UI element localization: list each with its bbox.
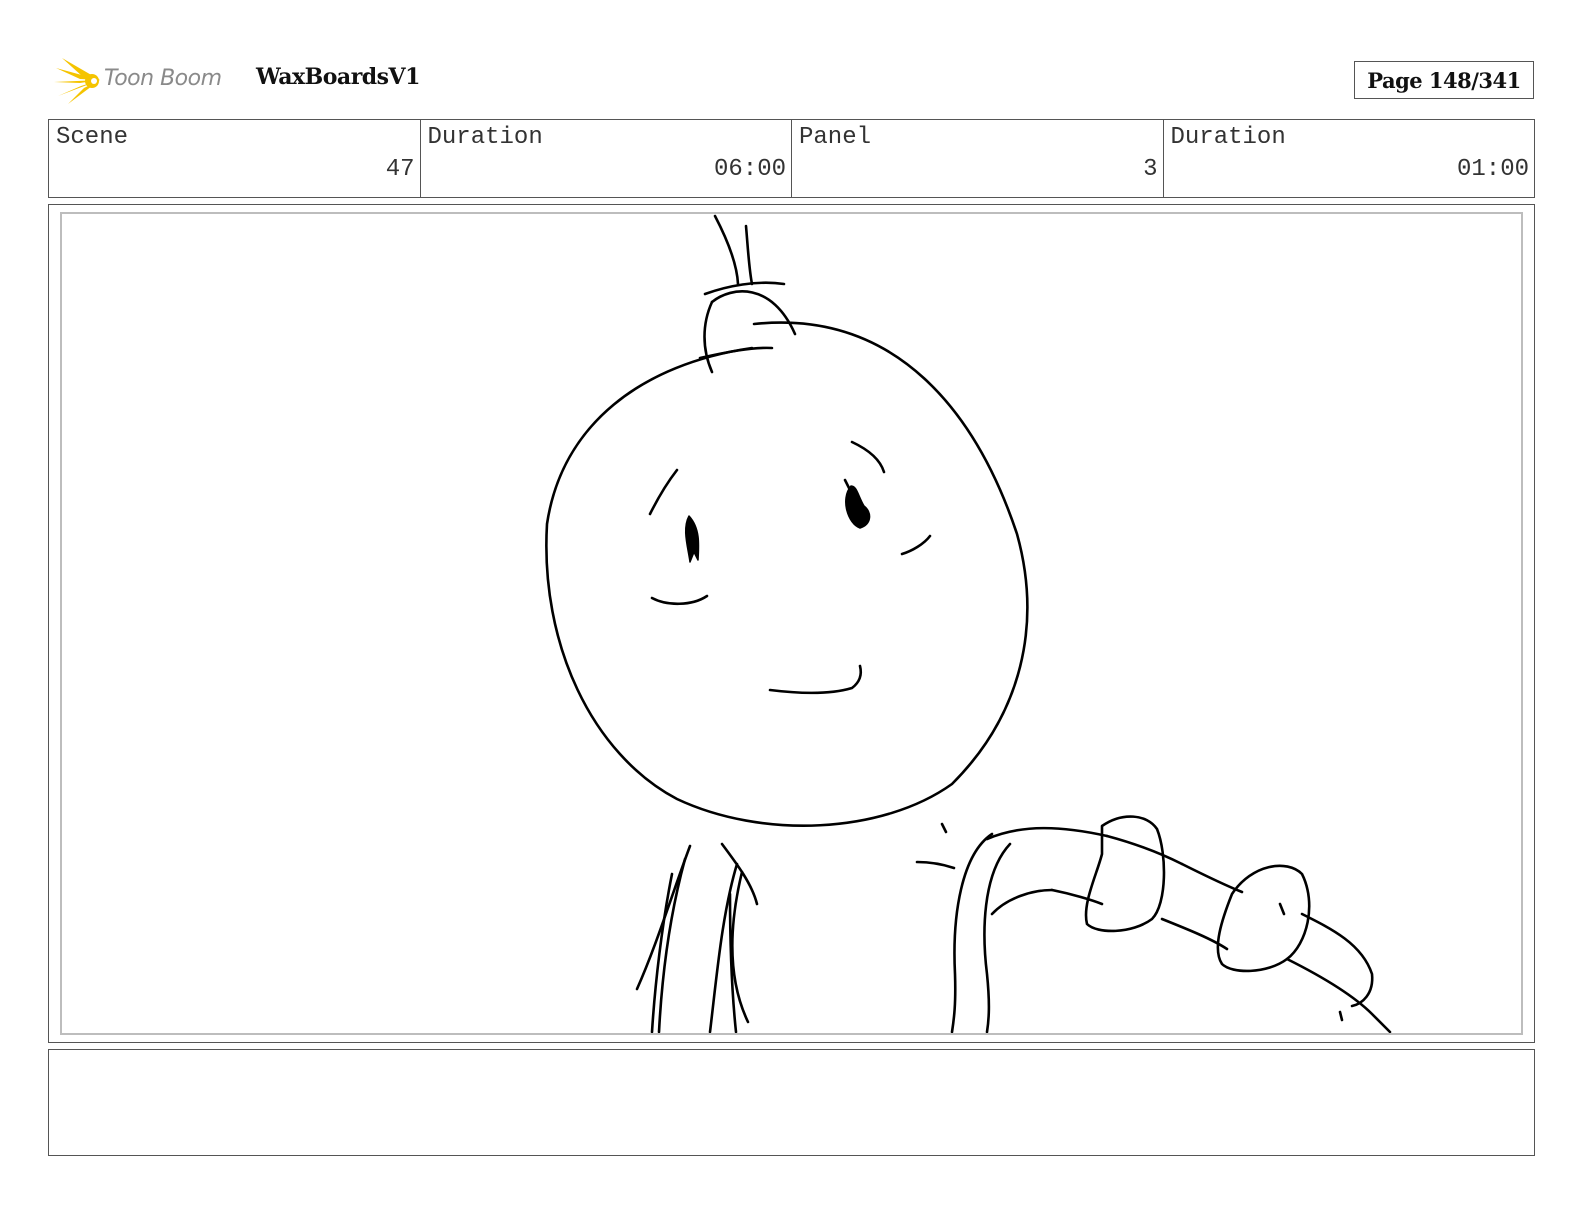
toon-boom-logo: Toon Boom (52, 56, 242, 106)
scene-label: Scene (56, 124, 129, 151)
logo-text: Toon Boom (104, 66, 222, 91)
scene-value: 47 (385, 156, 415, 183)
scene-info-row: Scene 47 Duration 06:00 Panel 3 Duration… (48, 119, 1535, 198)
page-indicator: Page 148/341 (1354, 61, 1534, 99)
scene-duration-value: 06:00 (713, 156, 786, 183)
panel-notes-box (48, 1049, 1535, 1156)
scene-cell: Scene 47 (49, 120, 421, 197)
starburst-icon (54, 58, 100, 104)
panel-cell: Panel 3 (792, 120, 1164, 197)
panel-duration-label: Duration (1170, 124, 1286, 151)
scene-duration-cell: Duration 06:00 (421, 120, 792, 197)
sketch-drawing (545, 214, 1392, 1033)
panel-duration-value: 01:00 (1456, 156, 1529, 183)
storyboard-panel-canvas (60, 212, 1523, 1035)
panel-label: Panel (799, 124, 872, 151)
project-title: WaxBoardsV1 (256, 64, 420, 90)
storyboard-panel-frame (48, 204, 1535, 1043)
scene-duration-label: Duration (427, 124, 543, 151)
panel-duration-cell: Duration 01:00 (1164, 120, 1535, 197)
panel-value: 3 (1143, 156, 1158, 183)
